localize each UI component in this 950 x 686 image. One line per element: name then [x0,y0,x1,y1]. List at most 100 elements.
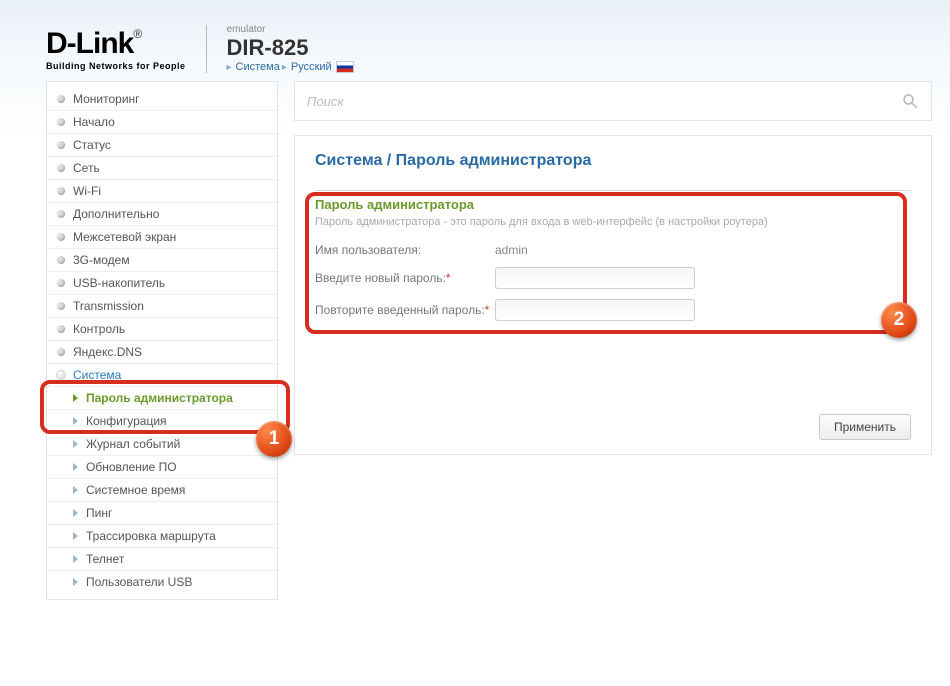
admin-password-panel: Пароль администратора Пароль администрат… [315,190,911,326]
content-panel: Система / Пароль администратора Пароль а… [294,135,932,455]
chevron-right-icon [73,463,78,471]
required-mark: * [485,303,490,317]
sidebar: Мониторинг Начало Статус Сеть Wi-Fi Допо… [46,81,278,600]
sidebar-subitem-label: Журнал событий [86,437,180,451]
search-icon[interactable] [901,92,919,110]
bullet-icon [57,164,65,172]
sidebar-subitem-label: Пинг [86,506,112,520]
sidebar-item-advanced[interactable]: Дополнительно [47,203,277,226]
sidebar-item-transmission[interactable]: Transmission [47,295,277,318]
new-password-label-text: Введите новый пароль: [315,271,446,285]
sidebar-subitem-label: Трассировка маршрута [86,529,216,543]
top-crumbs: ▸ Система ▸ Русский [227,61,354,73]
sidebar-item-label: Контроль [73,322,125,336]
sidebar-item-label: Начало [73,115,115,129]
sidebar-subitem-telnet[interactable]: Телнет [47,548,277,571]
sidebar-subitem-label: Пользователи USB [86,575,192,589]
sidebar-subitem-event-log[interactable]: Журнал событий [47,433,277,456]
bullet-icon [57,118,65,126]
page-breadcrumb: Система / Пароль администратора [315,152,911,170]
emulator-label: emulator [227,24,354,35]
sidebar-item-label: Дополнительно [73,207,159,221]
sidebar-subitem-system-time[interactable]: Системное время [47,479,277,502]
flag-ru-icon [336,61,354,73]
sidebar-item-3g[interactable]: 3G-модем [47,249,277,272]
new-password-input[interactable] [495,267,695,289]
sidebar-item-usb-storage[interactable]: USB-накопитель [47,272,277,295]
bullet-icon [57,279,65,287]
sidebar-subitem-configuration[interactable]: Конфигурация [47,410,277,433]
sidebar-subitems-system: Пароль администратора Конфигурация Журна… [47,387,277,593]
sidebar-subitem-label: Системное время [86,483,185,497]
sidebar-item-label: Transmission [73,299,144,313]
sidebar-subitem-label: Телнет [86,552,124,566]
chevron-right-icon [73,394,78,402]
sidebar-item-firewall[interactable]: Межсетевой экран [47,226,277,249]
chevron-right-icon [73,417,78,425]
panel-title: Пароль администратора [315,197,911,212]
sidebar-subitem-ping[interactable]: Пинг [47,502,277,525]
row-repeat-password: Повторите введенный пароль:* [315,294,911,326]
chevron-right-icon [73,440,78,448]
sidebar-subitem-label: Пароль администратора [86,391,233,405]
registered-mark: ® [133,27,142,41]
chevron-right-icon [73,532,78,540]
panel-description: Пароль администратора - это пароль для в… [315,216,911,228]
new-password-label: Введите новый пароль:* [315,271,495,285]
sidebar-item-monitoring[interactable]: Мониторинг [47,88,277,111]
model-block: emulator DIR-825 ▸ Система ▸ Русский [227,24,354,73]
sidebar-subitem-traceroute[interactable]: Трассировка маршрута [47,525,277,548]
header: D-Link® Building Networks for People emu… [0,0,950,81]
sidebar-item-start[interactable]: Начало [47,111,277,134]
search-input[interactable] [307,94,901,109]
chevron-right-icon [73,509,78,517]
brand-tagline: Building Networks for People [46,61,186,71]
bullet-icon [57,141,65,149]
bullet-icon [57,210,65,218]
bullet-icon [57,233,65,241]
bullet-icon [57,371,65,379]
bullet-icon [57,187,65,195]
sidebar-item-label: Сеть [73,161,100,175]
main: Система / Пароль администратора Пароль а… [294,81,932,600]
required-mark: * [446,271,451,285]
sidebar-subitem-label: Обновление ПО [86,460,177,474]
sidebar-item-control[interactable]: Контроль [47,318,277,341]
bullet-icon [57,325,65,333]
sidebar-subitem-usb-users[interactable]: Пользователи USB [47,571,277,593]
username-value: admin [495,243,528,257]
crumb-language[interactable]: ▸ Русский [282,61,354,73]
repeat-password-label: Повторите введенный пароль:* [315,303,495,317]
sidebar-item-label: Система [73,368,121,382]
sidebar-item-system[interactable]: Система [47,364,277,387]
sidebar-item-label: Мониторинг [73,92,140,106]
sidebar-item-label: Wi-Fi [73,184,101,198]
sidebar-item-wifi[interactable]: Wi-Fi [47,180,277,203]
search-bar [294,81,932,121]
bullet-icon [57,302,65,310]
divider [206,25,207,73]
sidebar-item-status[interactable]: Статус [47,134,277,157]
chevron-right-icon: ▸ [282,62,287,73]
crumb-section[interactable]: ▸ Система [227,61,280,73]
sidebar-item-label: Статус [73,138,111,152]
bullet-icon [57,348,65,356]
sidebar-subitem-firmware-update[interactable]: Обновление ПО [47,456,277,479]
sidebar-item-label: Межсетевой экран [73,230,176,244]
row-username: Имя пользователя: admin [315,238,911,262]
chevron-right-icon [73,486,78,494]
repeat-password-input[interactable] [495,299,695,321]
sidebar-item-network[interactable]: Сеть [47,157,277,180]
sidebar-item-label: 3G-модем [73,253,130,267]
sidebar-item-yandexdns[interactable]: Яндекс.DNS [47,341,277,364]
row-new-password: Введите новый пароль:* [315,262,911,294]
actions: Применить [315,398,911,440]
sidebar-subitem-admin-password[interactable]: Пароль администратора [47,387,277,410]
sidebar-item-label: Яндекс.DNS [73,345,142,359]
username-label: Имя пользователя: [315,243,495,257]
sidebar-item-label: USB-накопитель [73,276,165,290]
repeat-password-label-text: Повторите введенный пароль: [315,303,485,317]
device-model: DIR-825 [227,35,354,61]
apply-button[interactable]: Применить [819,414,911,440]
chevron-right-icon: ▸ [227,62,232,73]
